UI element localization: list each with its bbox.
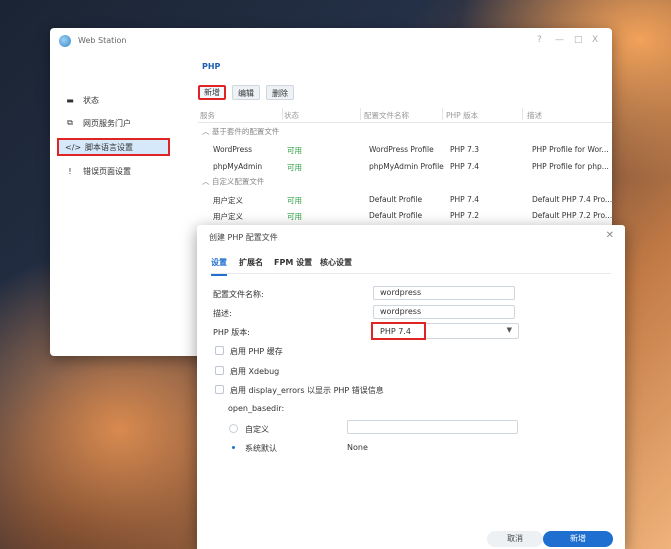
cell-profile: WordPress Profile (369, 145, 434, 154)
cell-profile: phpMyAdmin Profile (369, 162, 444, 171)
cell-version: PHP 7.3 (450, 145, 479, 154)
radio-label: 自定义 (245, 425, 269, 434)
create-button[interactable]: 新增 (198, 85, 226, 100)
table-row[interactable]: phpMyAdmin 可用 phpMyAdmin Profile PHP 7.4… (198, 158, 612, 174)
tabs-divider (211, 273, 611, 274)
cell-description: PHP Profile for php... (532, 162, 609, 171)
cancel-button[interactable]: 取消 (487, 531, 543, 547)
cell-description: Default PHP 7.4 Pro... (532, 195, 612, 204)
cell-service: WordPress (213, 145, 253, 154)
code-icon: </> (65, 142, 82, 152)
open-basedir-label: open_basedir: (228, 404, 285, 413)
create-php-profile-dialog: 创建 PHP 配置文件 ✕ 设置 扩展名 FPM 设置 核心设置 配置文件名称:… (197, 225, 625, 549)
cell-description: Default PHP 7.2 Pro... (532, 211, 612, 220)
section-title: PHP (202, 62, 221, 71)
close-icon[interactable]: ✕ (606, 230, 614, 241)
group-label: 自定义配置文件 (211, 177, 265, 186)
radio-label: 系统默认 (245, 444, 277, 453)
sidebar-item-label: 脚本语言设置 (85, 142, 133, 152)
tab-label: 设置 (211, 258, 227, 267)
checkbox-label: 启用 Xdebug (230, 367, 280, 376)
profile-name-input[interactable]: wordpress (373, 286, 515, 300)
dialog-tabs: 设置 扩展名 FPM 设置 核心设置 (211, 253, 625, 276)
column-header[interactable]: 配置文件名称 (364, 110, 409, 121)
cell-status: 可用 (287, 212, 302, 221)
portal-icon: ⧉ (67, 118, 73, 127)
default-value: None (347, 443, 368, 452)
active-tab-indicator (211, 274, 227, 276)
tab-fpm-settings[interactable]: FPM 设置 (274, 257, 312, 268)
column-header[interactable]: PHP 版本 (446, 110, 478, 121)
xdebug-checkbox[interactable] (215, 366, 224, 375)
php-version-select[interactable]: PHP 7.4 ▼ (371, 322, 519, 340)
cell-version: PHP 7.4 (450, 162, 479, 171)
cell-status: 可用 (287, 163, 302, 172)
table-row[interactable]: 用户定义 可用 Default Profile PHP 7.4 Default … (198, 191, 612, 207)
error-page-icon: ! (68, 166, 72, 176)
column-header[interactable]: 描述 (527, 110, 542, 121)
sidebar-item-error-page[interactable]: ! 错误页面设置 (57, 162, 170, 180)
group-header-custom[interactable]: ︿ 自定义配置文件 (202, 176, 264, 187)
sidebar-item-label: 错误页面设置 (83, 166, 131, 176)
minimize-icon[interactable]: — (555, 35, 564, 45)
tab-extensions[interactable]: 扩展名 (239, 257, 263, 268)
cell-description: PHP Profile for Wor... (532, 145, 609, 154)
cell-service: phpMyAdmin (213, 162, 263, 171)
delete-button[interactable]: 删除 (266, 85, 294, 100)
create-button[interactable]: 新增 (543, 531, 613, 547)
sidebar-item-status[interactable]: ▬ 状态 (57, 91, 170, 109)
maximize-icon[interactable]: □ (574, 35, 583, 45)
checkbox-label: 启用 display_errors 以显示 PHP 错误信息 (230, 386, 384, 395)
column-divider (282, 108, 283, 120)
cell-status: 可用 (287, 146, 302, 155)
column-header[interactable]: 状态 (284, 110, 299, 121)
column-divider (360, 108, 361, 120)
table-row[interactable]: WordPress 可用 WordPress Profile PHP 7.3 P… (198, 141, 612, 157)
system-default-radio[interactable] (229, 443, 238, 452)
column-divider (522, 108, 523, 120)
php-version-label: PHP 版本: (213, 328, 250, 337)
sidebar-item-label: 状态 (83, 95, 99, 105)
cell-version: PHP 7.2 (450, 211, 479, 220)
table-header: 服务 状态 配置文件名称 PHP 版本 描述 (198, 106, 612, 123)
php-cache-checkbox[interactable] (215, 346, 224, 355)
cell-version: PHP 7.4 (450, 195, 479, 204)
cell-profile: Default Profile (369, 195, 423, 204)
open-basedir-custom-input[interactable] (347, 420, 518, 434)
web-station-logo-icon (59, 35, 71, 47)
dropdown-arrow-icon: ▼ (506, 326, 512, 334)
help-icon[interactable]: ? (537, 35, 542, 45)
tab-core-settings[interactable]: 核心设置 (320, 257, 352, 268)
sidebar-item-web-portal[interactable]: ⧉ 网页服务门户 (57, 114, 170, 132)
profile-name-label: 配置文件名称: (213, 290, 264, 299)
cell-profile: Default Profile (369, 211, 423, 220)
php-version-value: PHP 7.4 (380, 327, 411, 336)
title-bar: Web Station ? — □ X (50, 28, 612, 54)
column-divider (442, 108, 443, 120)
dialog-title: 创建 PHP 配置文件 (209, 233, 278, 242)
column-header[interactable]: 服务 (200, 110, 215, 121)
group-label: 基于套件的配置文件 (211, 127, 280, 136)
table-row[interactable]: 用户定义 可用 Default Profile PHP 7.2 Default … (198, 207, 612, 223)
monitor-icon: ▬ (66, 95, 74, 105)
group-header-package[interactable]: ︿ 基于套件的配置文件 (202, 126, 279, 137)
description-input[interactable]: wordpress (373, 305, 515, 319)
app-title: Web Station (78, 36, 127, 45)
display-errors-checkbox[interactable] (215, 385, 224, 394)
checkbox-label: 启用 PHP 缓存 (230, 347, 283, 356)
cell-service: 用户定义 (213, 212, 243, 221)
sidebar-item-script-language[interactable]: </> 脚本语言设置 (57, 138, 170, 156)
description-label: 描述: (213, 309, 232, 318)
tab-settings[interactable]: 设置 (211, 257, 227, 276)
cell-status: 可用 (287, 196, 302, 205)
sidebar-item-label: 网页服务门户 (83, 118, 131, 128)
custom-radio[interactable] (229, 424, 238, 433)
sidebar: ▬ 状态 ⧉ 网页服务门户 </> 脚本语言设置 ! 错误页面设置 (50, 54, 178, 356)
close-icon[interactable]: X (592, 35, 598, 45)
edit-button[interactable]: 编辑 (232, 85, 260, 100)
cell-service: 用户定义 (213, 196, 243, 205)
